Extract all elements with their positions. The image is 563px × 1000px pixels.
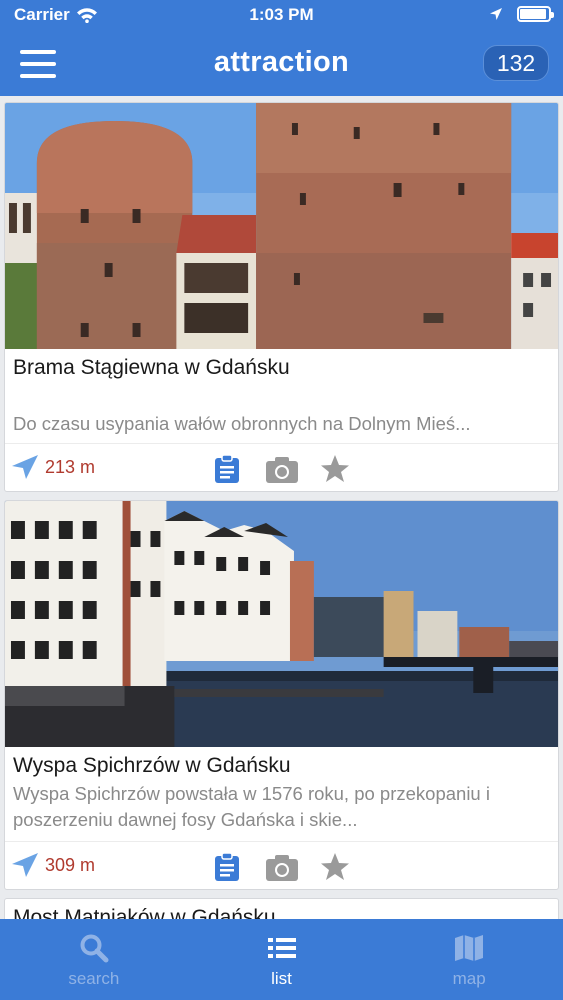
page-title: attraction <box>213 46 350 78</box>
search-icon <box>80 934 109 963</box>
card-actions: 213 m <box>5 443 558 491</box>
tab-map[interactable]: map <box>375 919 563 1000</box>
card-title: Brama Stągiewna w Gdańsku <box>13 356 290 379</box>
attraction-list[interactable]: Brama Stągiewna w Gdańsku Do czasu usypa… <box>0 96 563 919</box>
distance: 309 m <box>11 852 95 878</box>
nav-bar: attraction 132 <box>0 32 563 96</box>
tab-list[interactable]: list <box>188 919 376 1000</box>
card-description: Do czasu usypania wałów obronnych na Dol… <box>5 383 558 443</box>
tab-map-label: map <box>452 969 486 988</box>
clipboard-icon[interactable] <box>212 454 242 484</box>
card-description-text: Do czasu usypania wałów obronnych na Dol… <box>13 413 471 434</box>
list-item[interactable]: Most Matniaków w Gdańsku <box>4 898 559 919</box>
list-item[interactable]: Wyspa Spichrzów w Gdańsku Wyspa Spichrzó… <box>4 500 559 890</box>
tab-list-label: list <box>271 969 292 988</box>
battery-icon <box>517 6 554 22</box>
location-arrow-icon <box>490 8 502 20</box>
card-actions: 309 m <box>5 841 558 889</box>
distance: 213 m <box>11 454 95 480</box>
map-icon <box>455 935 484 961</box>
navigation-arrow-icon <box>12 455 38 479</box>
tab-search-label: search <box>68 969 120 988</box>
attraction-photo[interactable] <box>5 501 558 747</box>
card-title: Wyspa Spichrzów w Gdańsku <box>13 754 291 777</box>
list-item[interactable]: Brama Stągiewna w Gdańsku Do czasu usypa… <box>4 102 559 492</box>
clipboard-icon[interactable] <box>212 852 242 882</box>
list-icon <box>267 938 296 958</box>
camera-icon[interactable] <box>265 852 299 882</box>
star-icon[interactable] <box>320 454 350 484</box>
card-description: Wyspa Spichrzów powstała w 1576 roku, po… <box>13 783 490 830</box>
count-badge: 132 <box>483 45 549 81</box>
distance-label: 309 m <box>45 854 96 875</box>
status-bar: Carrier 1:03 PM <box>0 0 563 32</box>
navigation-arrow-icon <box>12 853 38 877</box>
card-title: Most Matniaków w Gdańsku <box>13 906 276 919</box>
camera-icon[interactable] <box>265 454 299 484</box>
tab-bar: search list map <box>0 919 563 1000</box>
status-right <box>489 6 554 22</box>
tab-search[interactable]: search <box>0 919 188 1000</box>
star-icon[interactable] <box>320 852 350 882</box>
distance-label: 213 m <box>45 456 96 477</box>
attraction-photo[interactable] <box>5 103 558 349</box>
status-time: 1:03 PM <box>249 5 314 24</box>
